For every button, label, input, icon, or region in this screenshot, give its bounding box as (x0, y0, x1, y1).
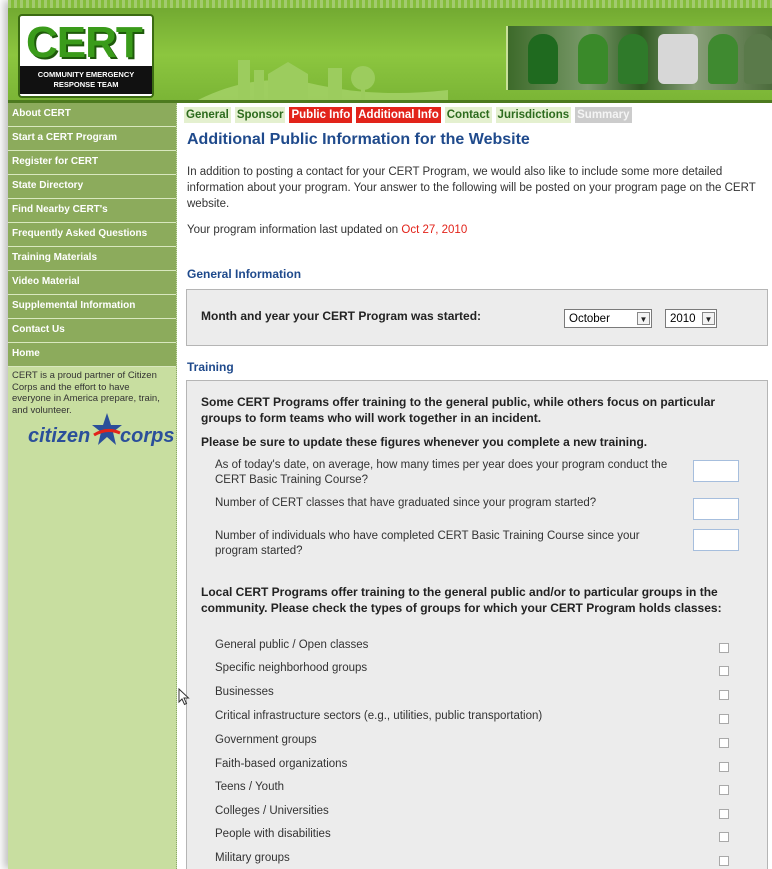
cert-logo[interactable]: CERT COMMUNITY EMERGENCY RESPONSE TEAM (18, 14, 154, 98)
tab-jurisdictions[interactable]: Jurisdictions (495, 107, 572, 123)
month-select-value: October (569, 313, 610, 325)
group-option-label: Faith-based organizations (215, 758, 348, 770)
header-stripe (8, 0, 772, 8)
citizen-corps-logo-right: corps (120, 425, 175, 447)
sidebar-item-about[interactable]: About CERT (8, 103, 176, 127)
group-option-label: Specific neighborhood groups (215, 662, 368, 674)
form-tabs: General Sponsor Public Info Additional I… (184, 106, 772, 124)
update-figures-note: Please be sure to update these figures w… (201, 435, 648, 449)
photo-figure (528, 34, 558, 84)
tab-public-info[interactable]: Public Info (289, 107, 353, 123)
question-trainings-per-year: As of today's date, on average, how many… (215, 459, 668, 486)
intro-text: In addition to posting a contact for you… (187, 166, 756, 210)
main-content: General Sponsor Public Info Additional I… (184, 106, 772, 869)
group-option-label: Businesses (215, 686, 274, 698)
skyline-graphic (198, 60, 448, 100)
training-box: Some CERT Programs offer training to the… (186, 380, 768, 869)
general-info-box: Month and year your CERT Program was sta… (186, 289, 768, 346)
volunteer-photo-strip (506, 26, 772, 90)
program-start-label: Month and year your CERT Program was sta… (201, 309, 482, 323)
group-military-checkbox[interactable] (719, 856, 729, 866)
month-select[interactable]: October ▼ (564, 309, 652, 328)
citizen-corps-logo[interactable]: citizen corps (28, 411, 174, 451)
general-info-heading: General Information (187, 267, 302, 281)
group-infrastructure-checkbox[interactable] (719, 714, 729, 724)
citizen-corps-logo-left: citizen (28, 425, 91, 447)
group-option-label: General public / Open classes (215, 639, 369, 651)
cert-logo-text: CERT (26, 18, 143, 67)
year-select-value: 2010 (670, 313, 696, 325)
photo-figure (618, 34, 648, 84)
sidebar-item-contact[interactable]: Contact Us (8, 319, 176, 343)
sidebar-item-start-program[interactable]: Start a CERT Program (8, 127, 176, 151)
group-option-label: Critical infrastructure sectors (e.g., u… (215, 710, 543, 722)
group-teens-youth-checkbox[interactable] (719, 785, 729, 795)
last-updated-text: Your program information last updated on… (187, 224, 467, 236)
photo-vehicle (658, 34, 698, 84)
cert-logo-subtitle-line1: COMMUNITY EMERGENCY (37, 70, 135, 79)
group-option-label: Colleges / Universities (215, 805, 329, 817)
group-faith-based-checkbox[interactable] (719, 762, 729, 772)
citizen-corps-blurb: CERT is a proud partner of Citizen Corps… (12, 370, 160, 416)
question-individuals-trained: Number of individuals who have completed… (215, 530, 640, 557)
tab-sponsor[interactable]: Sponsor (234, 107, 286, 123)
group-businesses-checkbox[interactable] (719, 690, 729, 700)
group-disabilities-checkbox[interactable] (719, 832, 729, 842)
sidebar-item-register[interactable]: Register for CERT (8, 151, 176, 175)
photo-figure (578, 34, 608, 84)
cert-logo-subtitle: COMMUNITY EMERGENCY RESPONSE TEAM (20, 66, 152, 94)
group-general-public-checkbox[interactable] (719, 643, 729, 653)
browser-page: CERT COMMUNITY EMERGENCY RESPONSE TEAM A (8, 0, 772, 869)
sidebar-item-supplemental[interactable]: Supplemental Information (8, 295, 176, 319)
sidebar-item-home[interactable]: Home (8, 343, 176, 367)
photo-figure (744, 34, 772, 84)
group-option-label: Military groups (215, 852, 290, 864)
tab-additional-info[interactable]: Additional Info (356, 107, 441, 123)
group-colleges-checkbox[interactable] (719, 809, 729, 819)
photo-figure (708, 34, 738, 84)
tab-contact[interactable]: Contact (444, 107, 492, 123)
group-government-checkbox[interactable] (719, 738, 729, 748)
groups-intro: Local CERT Programs offer training to th… (201, 585, 722, 615)
trainings-per-year-input[interactable] (693, 460, 739, 482)
page-title: Additional Public Information for the We… (187, 131, 530, 148)
group-option-label: Government groups (215, 734, 317, 746)
sidebar-item-faq[interactable]: Frequently Asked Questions (8, 223, 176, 247)
site-header: CERT COMMUNITY EMERGENCY RESPONSE TEAM (8, 0, 772, 103)
sidebar-item-find-nearby[interactable]: Find Nearby CERT's (8, 199, 176, 223)
tab-general[interactable]: General (184, 107, 231, 123)
chevron-down-icon: ▼ (702, 312, 715, 325)
training-intro: Some CERT Programs offer training to the… (201, 395, 716, 425)
question-classes-graduated: Number of CERT classes that have graduat… (215, 497, 597, 509)
sidebar-nav: About CERT Start a CERT Program Register… (8, 103, 177, 869)
chevron-down-icon: ▼ (637, 312, 650, 325)
cert-logo-subtitle-line2: RESPONSE TEAM (53, 80, 119, 89)
individuals-trained-input[interactable] (693, 529, 739, 551)
last-updated-label: Your program information last updated on (187, 224, 402, 236)
year-select[interactable]: 2010 ▼ (665, 309, 717, 328)
group-option-label: Teens / Youth (215, 781, 285, 793)
tab-summary: Summary (575, 107, 632, 123)
group-neighborhood-checkbox[interactable] (719, 666, 729, 676)
sidebar-item-state-directory[interactable]: State Directory (8, 175, 176, 199)
training-heading: Training (187, 360, 234, 374)
mouse-pointer-icon (178, 688, 190, 706)
sidebar-item-training-materials[interactable]: Training Materials (8, 247, 176, 271)
classes-graduated-input[interactable] (693, 498, 739, 520)
group-option-label: People with disabilities (215, 828, 331, 840)
star-icon (92, 413, 122, 445)
sidebar-item-video-material[interactable]: Video Material (8, 271, 176, 295)
last-updated-date: Oct 27, 2010 (401, 224, 468, 236)
